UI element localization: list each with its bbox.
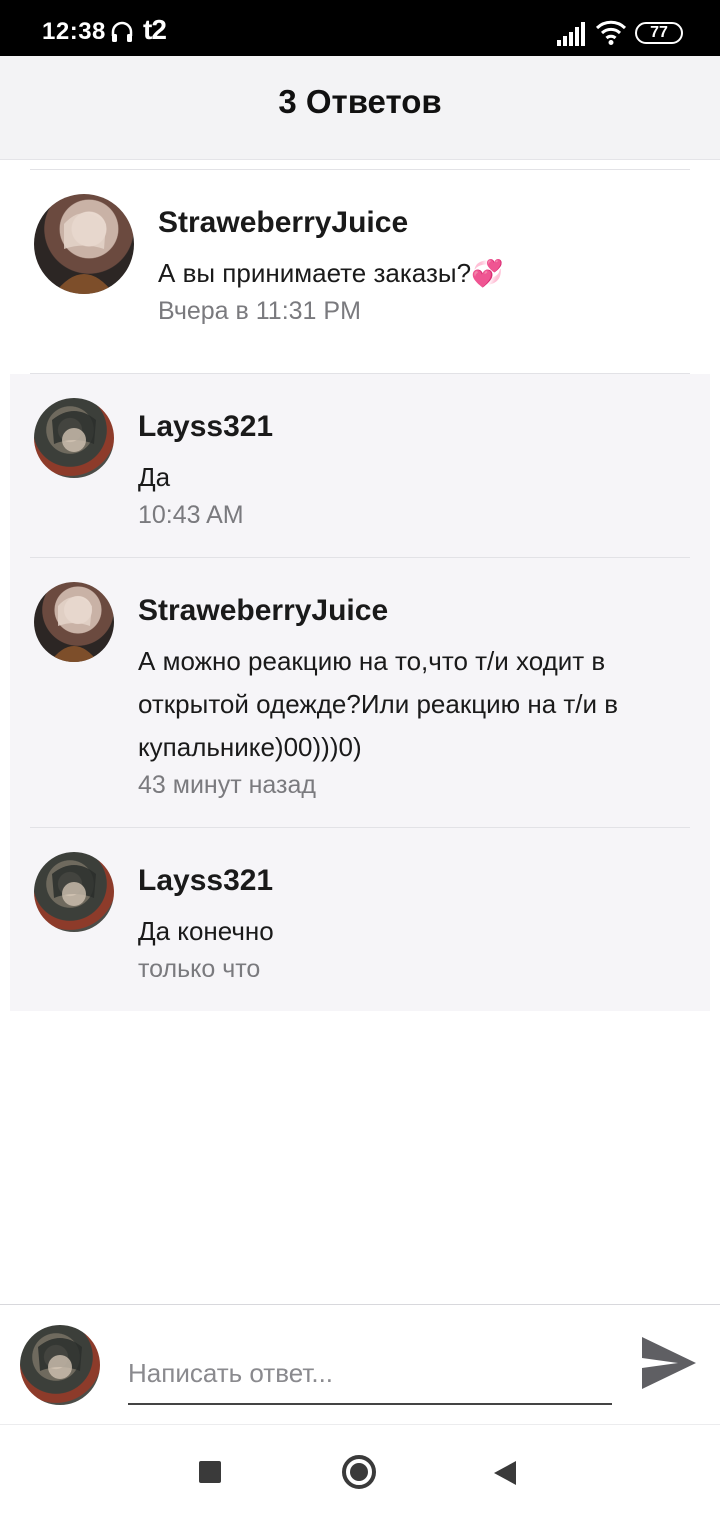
carrier-label: t2 bbox=[143, 14, 167, 45]
send-icon[interactable] bbox=[640, 1335, 698, 1391]
reply-text: Да bbox=[138, 462, 171, 492]
reply-text-line: открытой одежде?Или реакцию на т/и в bbox=[138, 689, 619, 719]
header: 3 Ответов bbox=[0, 56, 720, 160]
recents-icon[interactable] bbox=[199, 1461, 221, 1483]
comment-author[interactable]: StraweberryJuice bbox=[158, 206, 408, 240]
reply-text-line: А можно реакцию на то,что т/и ходит в bbox=[138, 646, 606, 676]
comment-time: Вчера в 11:31 PM bbox=[158, 297, 361, 325]
avatar-layss321[interactable] bbox=[34, 398, 114, 478]
page-title: 3 Ответов bbox=[278, 83, 442, 120]
headphones-icon bbox=[111, 21, 133, 42]
battery-icon: 77 bbox=[635, 22, 683, 44]
battery-level: 77 bbox=[650, 24, 668, 41]
reply-author[interactable]: StraweberryJuice bbox=[138, 594, 388, 628]
reply-input[interactable] bbox=[128, 1343, 612, 1405]
back-icon[interactable] bbox=[494, 1461, 516, 1485]
signal-icon bbox=[557, 22, 585, 46]
avatar-current-user bbox=[20, 1325, 100, 1405]
status-bar: 12:38 t2 77 bbox=[0, 0, 720, 56]
reply-text-line: купальнике)00)))0) bbox=[138, 732, 362, 762]
comment-text: А вы принимаете заказы?💞 bbox=[158, 258, 504, 288]
reply-author[interactable]: Layss321 bbox=[138, 864, 273, 898]
divider bbox=[30, 557, 690, 558]
avatar-strawberryjuice[interactable] bbox=[34, 194, 134, 294]
status-time: 12:38 bbox=[42, 18, 106, 45]
system-nav-bar bbox=[0, 1424, 720, 1520]
divider bbox=[30, 169, 690, 170]
reply-text: Да конечно bbox=[138, 916, 274, 946]
reply-author[interactable]: Layss321 bbox=[138, 410, 273, 444]
reply-time: только что bbox=[138, 955, 261, 983]
avatar-strawberryjuice[interactable] bbox=[34, 582, 114, 662]
avatar-layss321[interactable] bbox=[34, 852, 114, 932]
reply-time: 10:43 AM bbox=[138, 501, 244, 529]
reply-time: 43 минут назад bbox=[138, 771, 316, 799]
compose-bar bbox=[0, 1304, 720, 1424]
divider bbox=[30, 827, 690, 828]
home-icon[interactable] bbox=[342, 1455, 376, 1489]
divider bbox=[30, 373, 690, 374]
wifi-icon bbox=[595, 20, 627, 45]
